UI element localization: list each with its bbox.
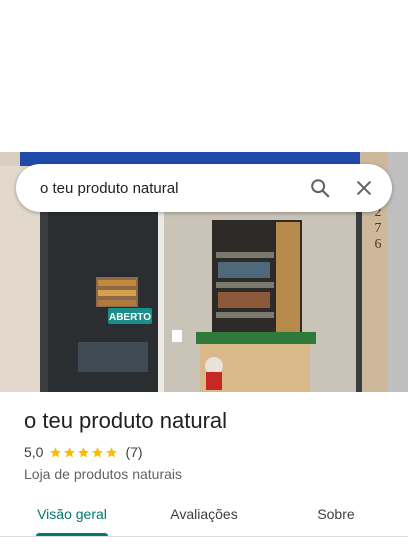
search-bar[interactable]: o teu produto natural <box>16 164 392 212</box>
tab-reviews[interactable]: Avaliações <box>168 496 240 532</box>
street-number-6: 6 <box>375 237 382 252</box>
rating-value: 5,0 <box>24 444 44 460</box>
street-number-7: 7 <box>375 221 382 236</box>
clear-search-button[interactable] <box>344 168 384 208</box>
tabs-divider <box>0 536 408 537</box>
rating-stars <box>49 446 119 459</box>
place-title: o teu produto natural <box>24 408 228 433</box>
tab-label: Visão geral <box>37 506 107 522</box>
tab-label: Avaliações <box>170 506 238 522</box>
star-icon <box>50 446 62 457</box>
search-icon <box>311 179 330 198</box>
search-input[interactable]: o teu produto natural <box>40 180 300 197</box>
place-category: Loja de produtos naturais <box>24 466 182 482</box>
tab-about[interactable]: Sobre <box>316 496 356 532</box>
star-icon <box>92 446 104 457</box>
open-sign: ABERTO <box>109 312 151 323</box>
map-blank-area <box>0 0 408 152</box>
review-count[interactable]: (7) <box>125 444 142 460</box>
star-icon <box>78 446 90 457</box>
star-icon <box>106 446 118 457</box>
tab-overview[interactable]: Visão geral <box>36 496 108 536</box>
place-tabs: Visão geral Avaliações Sobre <box>0 496 408 536</box>
rating-row[interactable]: 5,0 (7) <box>24 444 143 460</box>
tab-label: Sobre <box>317 506 355 522</box>
close-icon <box>357 181 371 195</box>
star-icon <box>64 446 76 457</box>
search-button[interactable] <box>300 168 340 208</box>
